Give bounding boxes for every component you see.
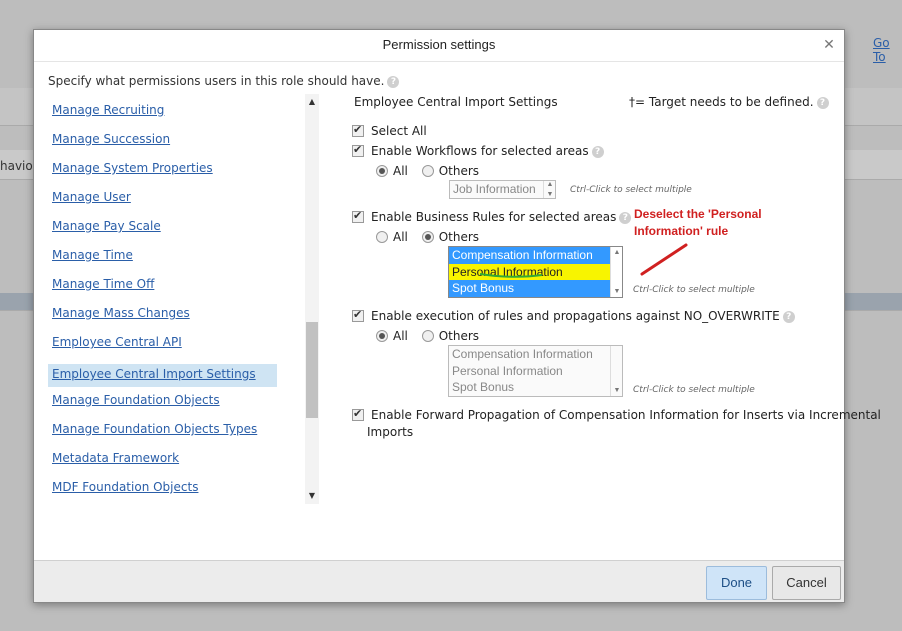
workflows-all-label: All [393,164,408,178]
business-rules-option-compensation[interactable]: Compensation Information [449,247,610,264]
workflows-others-label: Others [438,164,480,178]
nav-item-manage-foundation-objects-types[interactable]: Manage Foundation Objects Types [48,419,277,442]
done-button[interactable]: Done [706,566,767,600]
annotation-callout: Deselect the 'Personal Information' rule [634,206,762,240]
annotation-line: Information' rule [634,224,729,238]
business-rules-row: Enable Business Rules for selected areas… [352,209,632,224]
overwrite-all-radio[interactable] [376,330,388,342]
nav-item-manage-foundation-objects[interactable]: Manage Foundation Objects [48,390,277,413]
forward-checkbox[interactable] [352,407,364,421]
chevron-down-icon: ▼ [613,387,621,394]
select-arrows: ▲ ▼ [543,181,555,198]
overwrite-checkbox[interactable] [352,308,364,322]
nav-scrollbar[interactable]: ▲ ▼ [305,94,319,504]
workflows-all-radio[interactable] [376,165,388,177]
business-rules-all-label: All [393,230,408,244]
forward-label: Enable Forward Propagation of Compensati… [371,408,881,422]
business-rules-option-personal[interactable]: Personal Information [449,263,610,280]
nav-item-manage-recruiting[interactable]: Manage Recruiting [48,100,277,123]
nav-item-manage-time-off[interactable]: Manage Time Off [48,274,277,297]
workflows-radio-row: All Others [376,164,479,178]
scroll-down-icon[interactable]: ▼ [305,490,319,502]
workflows-row: Enable Workflows for selected areas? [352,143,604,158]
chevron-up-icon: ▲ [546,181,554,188]
dialog-intro: Specify what permissions users in this r… [48,74,400,88]
help-icon[interactable]: ? [387,75,400,88]
overwrite-label: Enable execution of rules and propagatio… [371,309,780,323]
help-icon[interactable]: ? [782,310,795,323]
nav-item-mdf-foundation-objects[interactable]: MDF Foundation Objects [48,477,277,500]
business-rules-label: Enable Business Rules for selected areas [371,210,617,224]
dialog-footer: Done Cancel [34,560,844,602]
workflows-hint: Ctrl-Click to select multiple [570,185,692,195]
business-rules-area-select[interactable]: Compensation Information Personal Inform… [448,246,623,298]
overwrite-others-radio[interactable] [421,330,434,342]
business-rules-all-radio[interactable] [376,231,388,243]
select-all-row: Select All [352,123,427,138]
chevron-up-icon[interactable]: ▲ [611,249,623,256]
settings-panel: Employee Central Import Settings †= Targ… [352,94,881,504]
workflows-selected-value: Job Information [453,182,536,196]
target-note: †= Target needs to be defined.? [629,95,829,109]
forward-row-continued: Imports [367,425,414,439]
nav-item-manage-time[interactable]: Manage Time [48,245,277,268]
overwrite-row: Enable execution of rules and propagatio… [352,308,795,323]
select-all-checkbox[interactable] [352,123,364,137]
business-rules-others-label: Others [438,230,480,244]
annotation-arrow-line [640,243,688,276]
overwrite-option-personal: Personal Information [452,363,563,378]
help-icon[interactable]: ? [591,145,604,158]
scroll-up-icon[interactable]: ▲ [305,96,319,108]
cancel-button[interactable]: Cancel [772,566,841,600]
select-arrows[interactable]: ▲ ▼ [610,247,622,297]
business-rules-others-radio[interactable] [421,231,434,243]
overwrite-radio-row: All Others [376,329,479,343]
select-all-label: Select All [371,124,427,138]
target-note-text: †= Target needs to be defined. [629,95,814,109]
nav-item-employee-central-api[interactable]: Employee Central API [48,332,277,355]
nav-item-manage-mass-changes[interactable]: Manage Mass Changes [48,303,277,326]
workflows-others-radio[interactable] [421,165,434,177]
overwrite-hint: Ctrl-Click to select multiple [633,385,755,395]
scroll-thumb[interactable] [306,322,318,418]
nav-item-manage-succession[interactable]: Manage Succession [48,129,277,152]
workflows-area-select: Job Information ▲ ▼ [449,180,556,199]
select-arrows: ▼ [610,346,622,396]
background-goto-link[interactable]: Go To [873,36,902,64]
chevron-down-icon: ▼ [546,191,554,198]
business-rules-hint: Ctrl-Click to select multiple [633,285,755,295]
nav-item-metadata-framework[interactable]: Metadata Framework [48,448,277,471]
business-rules-radio-row: All Others [376,230,479,244]
chevron-down-icon[interactable]: ▼ [611,288,623,295]
nav-item-manage-user[interactable]: Manage User [48,187,277,210]
overwrite-area-select: Compensation Information Personal Inform… [448,345,623,397]
dialog-title: Permission settings [34,30,844,62]
help-icon[interactable]: ? [619,211,632,224]
workflows-checkbox[interactable] [352,143,364,157]
section-heading: Employee Central Import Settings [354,95,558,109]
business-rules-option-spot-bonus[interactable]: Spot Bonus [449,280,610,297]
permission-settings-dialog: Permission settings ✕ Specify what permi… [33,29,881,603]
close-icon[interactable]: ✕ [822,38,836,52]
overwrite-option-spot-bonus: Spot Bonus [452,380,515,394]
nav-item-employee-central-import-settings[interactable]: Employee Central Import Settings [48,364,277,387]
overwrite-option-compensation: Compensation Information [452,347,593,361]
help-icon[interactable]: ? [816,96,829,109]
intro-text: Specify what permissions users in this r… [48,74,385,88]
nav-item-manage-pay-scale[interactable]: Manage Pay Scale [48,216,277,239]
permission-nav-list: Manage Recruiting Manage Succession Mana… [48,94,320,504]
overwrite-all-label: All [393,329,408,343]
annotation-line: Deselect the 'Personal [634,207,762,221]
overwrite-others-label: Others [438,329,480,343]
business-rules-checkbox[interactable] [352,209,364,223]
forward-row: Enable Forward Propagation of Compensati… [352,407,881,422]
nav-item-manage-system-properties[interactable]: Manage System Properties [48,158,277,181]
workflows-label: Enable Workflows for selected areas [371,144,589,158]
